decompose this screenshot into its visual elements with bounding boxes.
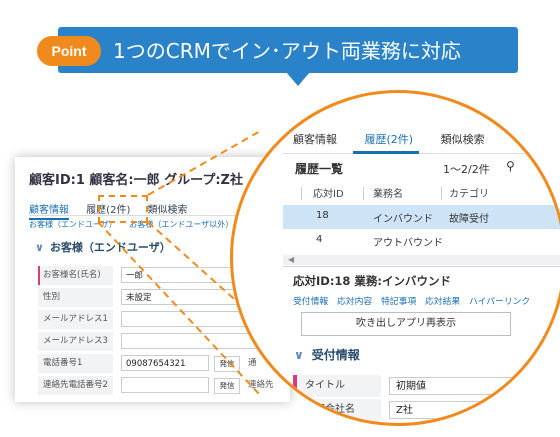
redisplay-popup-button[interactable]: 吹き出しアプリ再表示 xyxy=(301,312,511,336)
history-list-title: 履歴一覧 xyxy=(295,162,344,176)
headline-text: 1つのCRMでイン･アウト両業務に対応 xyxy=(113,39,461,63)
section-header-reception[interactable]: ∨ 受付情報 xyxy=(294,346,360,363)
zoom-tabs: 顧客情報 履歴(2件) 類似検索 xyxy=(293,131,509,147)
active-tab-indicator xyxy=(353,151,419,154)
cell-name: インバウンド xyxy=(373,214,433,225)
field-label: タイトル xyxy=(293,375,381,397)
field-label: お客様名(氏名) xyxy=(38,266,113,285)
link-hyperlink[interactable]: ハイパーリンク xyxy=(469,297,530,307)
horizontal-scrollbar[interactable] xyxy=(283,255,560,265)
scroll-left-icon[interactable]: ◀ xyxy=(288,255,294,265)
cell-category: 故障受付 xyxy=(449,214,489,225)
cell-id: 18 xyxy=(316,210,329,221)
detail-anchor-links: 受付情報 応対内容 特記事項 応対結果 ハイパーリンク xyxy=(293,294,536,307)
table-row[interactable]: 4 アウトバウンド xyxy=(283,229,560,253)
field-label: 顧客会社名 xyxy=(293,399,381,421)
tab-similar-search[interactable]: 類似検索 xyxy=(441,131,485,147)
link-reception-info[interactable]: 受付情報 xyxy=(293,297,328,307)
section-title: 受付情報 xyxy=(311,348,360,362)
field-label: メールアドレス3 xyxy=(38,332,113,351)
magnified-view: 顧客情報 履歴(2件) 類似検索 履歴一覧 1～2/2件 ⚲ 応対ID 業務名 … xyxy=(230,90,560,426)
column-header-category[interactable]: カテゴリ xyxy=(449,185,489,200)
column-separator xyxy=(301,187,302,200)
field-row-title: タイトル 初期値 xyxy=(293,375,560,397)
chevron-down-icon: ∨ xyxy=(35,241,44,254)
cell-id: 4 xyxy=(316,234,323,245)
phone2-input[interactable] xyxy=(121,377,209,393)
tab-history[interactable]: 履歴(2件) xyxy=(365,131,414,147)
customer-header: 顧客ID:1 顧客名:一郎 グループ:Z社 xyxy=(29,173,243,188)
chevron-down-icon: ∨ xyxy=(294,348,304,362)
search-icon[interactable]: ⚲ xyxy=(506,159,515,173)
field-label: 連絡先電話番号2 xyxy=(38,376,113,395)
field-label: 性別 xyxy=(38,288,113,307)
response-detail-title: 応対ID:18 業務:インバウンド xyxy=(293,274,452,288)
field-label: メールアドレス1 xyxy=(38,310,113,329)
column-separator xyxy=(363,187,364,200)
banner-pointer xyxy=(286,72,310,86)
company-name-input[interactable]: Z社 xyxy=(389,401,559,419)
table-row[interactable]: 18 インバウンド 故障受付 xyxy=(283,205,560,229)
cell-name: アウトバウンド xyxy=(373,238,443,249)
title-input[interactable]: 初期値 xyxy=(389,377,559,395)
link-response-content[interactable]: 応対内容 xyxy=(337,297,372,307)
column-header-name[interactable]: 業務名 xyxy=(373,185,403,200)
tabs-divider xyxy=(283,153,560,154)
field-row-company: 顧客会社名 Z社 xyxy=(293,399,560,421)
column-separator xyxy=(441,187,442,200)
required-mark xyxy=(38,266,40,285)
link-special-notes[interactable]: 特記事項 xyxy=(381,297,416,307)
section-header-customer[interactable]: ∨ お客様（エンドユーザ） xyxy=(35,239,171,255)
history-tab-highlight xyxy=(98,195,148,223)
tab-customer-info[interactable]: 顧客情報 xyxy=(29,201,69,220)
tab-customer-info[interactable]: 顧客情報 xyxy=(293,131,337,147)
section-title: お客様（エンドユーザ） xyxy=(49,241,171,254)
point-badge: Point xyxy=(37,36,101,66)
field-label: 電話番号1 xyxy=(38,354,113,373)
column-header-id[interactable]: 応対ID xyxy=(313,185,344,200)
tab-similar-search[interactable]: 類似検索 xyxy=(148,201,188,216)
result-count: 1～2/2件 xyxy=(443,163,490,176)
pane-divider xyxy=(283,266,560,267)
promo-graphic: 顧客ID:1 顧客名:一郎 グループ:Z社 顧客情報 履歴(2件) 類似検索 お… xyxy=(0,0,560,437)
history-table-header: 応対ID 業務名 カテゴリ xyxy=(283,181,560,205)
link-response-result[interactable]: 応対結果 xyxy=(425,297,460,307)
required-mark xyxy=(293,375,297,397)
phone1-input[interactable]: 09087654321 xyxy=(121,355,209,371)
